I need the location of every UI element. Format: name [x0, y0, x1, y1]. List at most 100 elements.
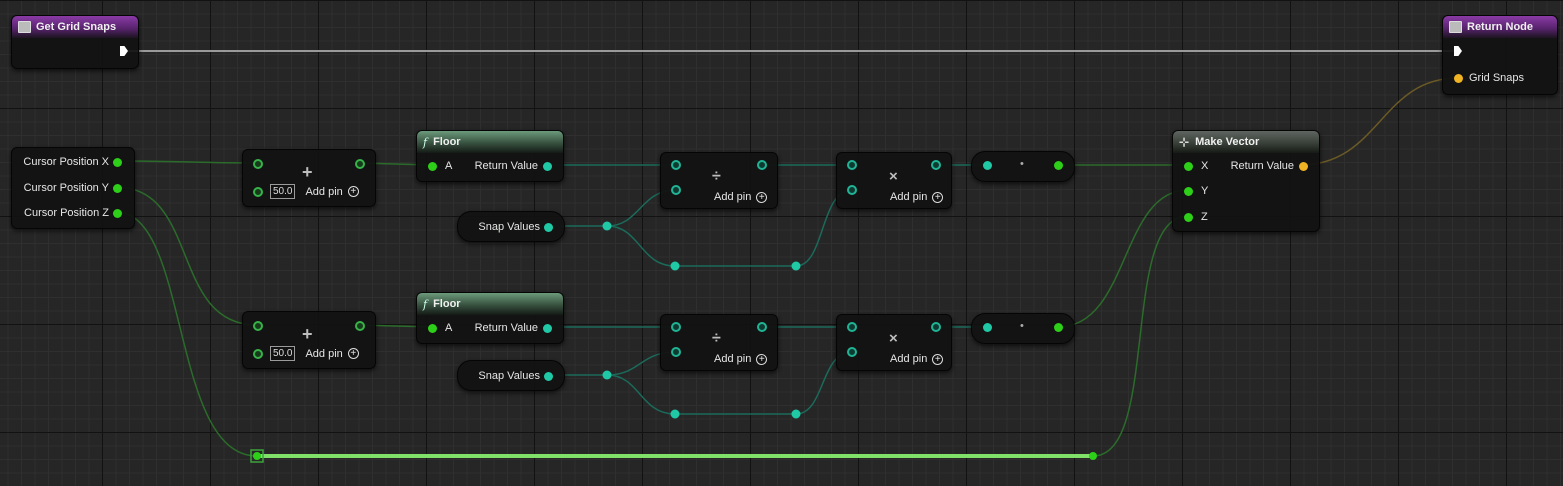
reroute-node[interactable]	[670, 409, 680, 419]
wire-layer	[115, 50, 1459, 463]
exec-out-pin[interactable]	[120, 46, 128, 56]
multiply-node-1[interactable]: × Add pin +	[836, 152, 952, 209]
node-title: Floor	[433, 298, 461, 310]
add-input-b[interactable]: 50.0 Add pin +	[253, 184, 359, 199]
reroute-node[interactable]	[602, 370, 612, 380]
convert-input[interactable]	[983, 323, 992, 332]
int-pin-icon	[757, 322, 767, 332]
add-pin-button[interactable]: Add pin +	[714, 191, 768, 203]
divide-input-a[interactable]	[671, 322, 681, 332]
snap-values-node-1[interactable]: Snap Values	[457, 211, 565, 242]
make-vector-y-pin[interactable]: Y	[1184, 185, 1208, 197]
exec-in-pin[interactable]	[1454, 46, 1462, 56]
reroute-node[interactable]	[791, 409, 801, 419]
make-vector-x-pin[interactable]: X	[1184, 160, 1208, 172]
int-pin-icon	[543, 323, 552, 333]
float-pin-icon	[428, 323, 437, 333]
convert-output[interactable]	[1054, 161, 1063, 170]
convert-input[interactable]	[983, 161, 992, 170]
add-input-a[interactable]	[253, 159, 263, 169]
function-f-icon: f	[423, 135, 428, 149]
pin-label: A	[445, 322, 453, 334]
int-pin-icon	[983, 323, 992, 332]
node-header: Return Node	[1443, 16, 1557, 38]
add-pin-icon[interactable]: +	[932, 353, 944, 365]
float-pin-icon	[253, 321, 263, 331]
snap-values-output[interactable]: Snap Values	[478, 370, 553, 382]
convert-node-2[interactable]: •	[971, 313, 1075, 344]
multiply-output[interactable]	[931, 160, 941, 170]
divide-output[interactable]	[757, 322, 767, 332]
multiply-input-b[interactable]	[847, 347, 857, 357]
make-vector-z-pin[interactable]: Z	[1184, 211, 1208, 223]
floor-input-a[interactable]: A	[428, 322, 452, 334]
cursor-z-pin[interactable]: Cursor Position Z	[24, 207, 122, 219]
add-input-b[interactable]: 50.0 Add pin +	[253, 346, 359, 361]
float-pin-icon	[1184, 186, 1193, 196]
wire-conv2-y	[1057, 189, 1189, 328]
int-pin-icon	[757, 160, 767, 170]
reroute-z-end[interactable]	[1089, 452, 1097, 460]
value-input[interactable]: 50.0	[270, 184, 296, 199]
divide-node-2[interactable]: ÷ Add pin +	[660, 314, 778, 371]
add-pin-icon[interactable]: +	[932, 191, 944, 203]
add-pin-icon[interactable]: +	[756, 191, 768, 203]
floor-node-1[interactable]: f Floor A Return Value	[416, 130, 564, 182]
multiply-input-a[interactable]	[847, 322, 857, 332]
grid-snaps-pin[interactable]: Grid Snaps	[1454, 72, 1524, 84]
cursor-position-node[interactable]: Cursor Position X Cursor Position Y Curs…	[11, 147, 135, 229]
add-pin-icon[interactable]: +	[347, 348, 359, 359]
add-pin-icon[interactable]: +	[756, 353, 768, 365]
add-pin-button[interactable]: Add pin +	[890, 191, 944, 203]
add-pin-icon[interactable]: +	[347, 186, 359, 197]
add-output[interactable]	[355, 159, 365, 169]
int-pin-icon	[931, 322, 941, 332]
make-vector-output[interactable]: Return Value	[1231, 160, 1308, 172]
floor-output[interactable]: Return Value	[475, 160, 552, 172]
add-pin-button[interactable]: Add pin	[305, 186, 342, 198]
multiply-input-a[interactable]	[847, 160, 857, 170]
multiply-output[interactable]	[931, 322, 941, 332]
reroute-node[interactable]	[791, 261, 801, 271]
floor-input-a[interactable]: A	[428, 160, 452, 172]
add-pin-label: Add pin	[714, 353, 752, 365]
convert-output[interactable]	[1054, 323, 1063, 332]
cursor-y-pin[interactable]: Cursor Position Y	[24, 182, 122, 194]
value-input[interactable]: 50.0	[270, 346, 296, 361]
add-pin-button[interactable]: Add pin +	[890, 353, 944, 365]
pin-label: Cursor Position Y	[23, 182, 109, 194]
snap-values-node-2[interactable]: Snap Values	[457, 360, 565, 391]
divide-node-1[interactable]: ÷ Add pin +	[660, 152, 778, 209]
add-output[interactable]	[355, 321, 365, 331]
add-node-1[interactable]: 50.0 Add pin + +	[242, 149, 376, 207]
multiply-input-b[interactable]	[847, 185, 857, 195]
reroute-node[interactable]	[602, 221, 612, 231]
add-input-a[interactable]	[253, 321, 263, 331]
reroute-node[interactable]	[670, 261, 680, 271]
exec-arrow-icon	[120, 46, 128, 56]
add-pin-button[interactable]: Add pin +	[714, 353, 768, 365]
divide-icon: ÷	[712, 168, 721, 185]
get-grid-snaps-node[interactable]: Get Grid Snaps	[11, 15, 139, 69]
add-pin-button[interactable]: Add pin	[305, 348, 342, 360]
convert-dot-icon: •	[1020, 158, 1024, 170]
divide-input-b[interactable]	[671, 185, 681, 195]
make-vector-node[interactable]: ⊹ Make Vector X Y Z Return Value	[1172, 130, 1320, 232]
float-pin-icon	[1184, 212, 1193, 222]
multiply-node-2[interactable]: × Add pin +	[836, 314, 952, 371]
node-title: Floor	[433, 136, 461, 148]
reroute-z-start[interactable]	[253, 452, 261, 460]
pin-label: Grid Snaps	[1469, 72, 1525, 84]
divide-input-a[interactable]	[671, 160, 681, 170]
divide-input-b[interactable]	[671, 347, 681, 357]
floor-node-2[interactable]: f Floor A Return Value	[416, 292, 564, 344]
cursor-x-pin[interactable]: Cursor Position X	[23, 156, 122, 168]
divide-output[interactable]	[757, 160, 767, 170]
snap-values-output[interactable]: Snap Values	[478, 221, 553, 233]
convert-node-1[interactable]: •	[971, 151, 1075, 182]
return-node[interactable]: Return Node Grid Snaps	[1442, 15, 1558, 95]
add-node-2[interactable]: 50.0 Add pin + +	[242, 311, 376, 369]
floor-output[interactable]: Return Value	[475, 322, 552, 334]
int-pin-icon	[847, 322, 857, 332]
node-title: Return Node	[1467, 21, 1533, 33]
